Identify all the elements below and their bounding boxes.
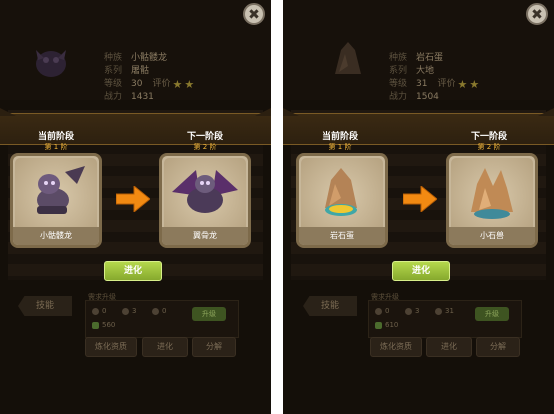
materials-button[interactable]: 炼化资质 xyxy=(85,337,137,357)
race-label: 种族 xyxy=(389,53,408,63)
pet-portrait xyxy=(36,50,66,77)
level-value: 30 xyxy=(131,79,143,89)
close-icon[interactable]: ✖ xyxy=(243,3,265,25)
skill-tab[interactable]: 技能 xyxy=(18,296,72,316)
race-value: 小骷髅龙 xyxy=(131,53,168,63)
level-label: 等级 xyxy=(104,79,123,89)
resource-box: 0 3 31 610 升级 xyxy=(368,300,522,338)
next-stage-title: 下一阶段 xyxy=(470,132,507,142)
level-value: 31 xyxy=(416,79,428,89)
race-label: 种族 xyxy=(104,53,123,63)
next-stage-number: 第 2 阶 xyxy=(477,143,501,151)
pet-info: 种族 岩石蛋 系列 大地 等级 31 评价 ★ ★ 战力 1504 xyxy=(389,52,479,104)
left-evolution-panel: ✖ 种族 小骷髅龙 系列 屠骷 等级 30 评价 ★ ★ 战力 1431 技能 需求升级 0 … xyxy=(0,0,271,414)
next-stage-number: 第 2 阶 xyxy=(193,143,217,151)
next-pet-card[interactable]: 小石兽 xyxy=(446,153,538,248)
resource-icon xyxy=(375,307,382,315)
resource-icon xyxy=(152,307,159,315)
next-pet-name: 翼骨龙 xyxy=(162,227,248,245)
next-pet-name: 小石兽 xyxy=(449,227,535,245)
next-stage-title: 下一阶段 xyxy=(186,132,223,142)
evolve-button[interactable]: 进化 xyxy=(392,261,450,281)
rating-label: 评价 xyxy=(152,79,171,89)
current-pet-card[interactable]: 小骷髅龙 xyxy=(10,153,102,248)
materials-button[interactable]: 炼化资质 xyxy=(370,337,422,357)
current-stage-title: 当前阶段 xyxy=(321,132,358,142)
star-icon: ★ xyxy=(184,78,195,91)
upgrade-button[interactable]: 升级 xyxy=(192,307,226,321)
star-icon: ★ xyxy=(457,78,468,91)
arrow-right-icon xyxy=(116,186,150,212)
resource-4: 610 xyxy=(375,321,398,329)
resource-2: 3 xyxy=(405,307,419,315)
resource-2: 3 xyxy=(122,307,136,315)
pet-info: 种族 小骷髅龙 系列 屠骷 等级 30 评价 ★ ★ 战力 1431 xyxy=(104,52,194,104)
decompose-button[interactable]: 分解 xyxy=(476,337,520,357)
race-value: 岩石蛋 xyxy=(416,53,444,63)
star-icon: ★ xyxy=(172,78,183,91)
rock-egg-icon xyxy=(325,168,357,216)
current-stage-number: 第 1 阶 xyxy=(328,143,352,151)
dragon-skeleton-icon xyxy=(37,166,85,214)
resource-icon xyxy=(435,307,442,315)
resource-1: 0 xyxy=(92,307,106,315)
level-label: 等级 xyxy=(389,79,408,89)
element-value: 大地 xyxy=(416,66,435,76)
decompose-button[interactable]: 分解 xyxy=(192,337,236,357)
resource-1: 0 xyxy=(375,307,389,315)
element-value: 屠骷 xyxy=(131,66,150,76)
skill-tab[interactable]: 技能 xyxy=(303,296,357,316)
current-pet-card[interactable]: 岩石蛋 xyxy=(296,153,388,248)
element-label: 系列 xyxy=(389,66,408,76)
bone-wing-dragon-icon xyxy=(172,170,238,213)
current-pet-name: 小骷髅龙 xyxy=(13,227,99,245)
current-pet-name: 岩石蛋 xyxy=(299,227,385,245)
current-stage-number: 第 1 阶 xyxy=(44,143,68,151)
resource-icon xyxy=(92,307,99,315)
clover-icon xyxy=(92,321,99,329)
next-pet-card[interactable]: 翼骨龙 xyxy=(159,153,251,248)
arrow-right-icon xyxy=(403,186,437,212)
divider xyxy=(271,0,283,414)
resource-icon xyxy=(122,307,129,315)
evolve-tab-button[interactable]: 进化 xyxy=(142,337,188,357)
resource-4: 560 xyxy=(92,321,115,329)
resource-icon xyxy=(405,307,412,315)
pet-portrait xyxy=(335,42,361,74)
star-icon: ★ xyxy=(469,78,480,91)
resource-box: 0 3 0 560 升级 xyxy=(85,300,239,338)
current-stage-title: 当前阶段 xyxy=(37,132,74,142)
right-evolution-panel: ✖ 种族 岩石蛋 系列 大地 等级 31 评价 ★ ★ 战力 1504 技能 需求升级 0 3… xyxy=(283,0,554,414)
rock-beast-icon xyxy=(471,168,513,219)
evolve-tab-button[interactable]: 进化 xyxy=(426,337,472,357)
upgrade-button[interactable]: 升级 xyxy=(475,307,509,321)
close-icon[interactable]: ✖ xyxy=(526,3,548,25)
resource-3: 31 xyxy=(435,307,454,315)
clover-icon xyxy=(375,321,382,329)
resource-3: 0 xyxy=(152,307,166,315)
rating-label: 评价 xyxy=(437,79,456,89)
element-label: 系列 xyxy=(104,66,123,76)
evolve-button[interactable]: 进化 xyxy=(104,261,162,281)
